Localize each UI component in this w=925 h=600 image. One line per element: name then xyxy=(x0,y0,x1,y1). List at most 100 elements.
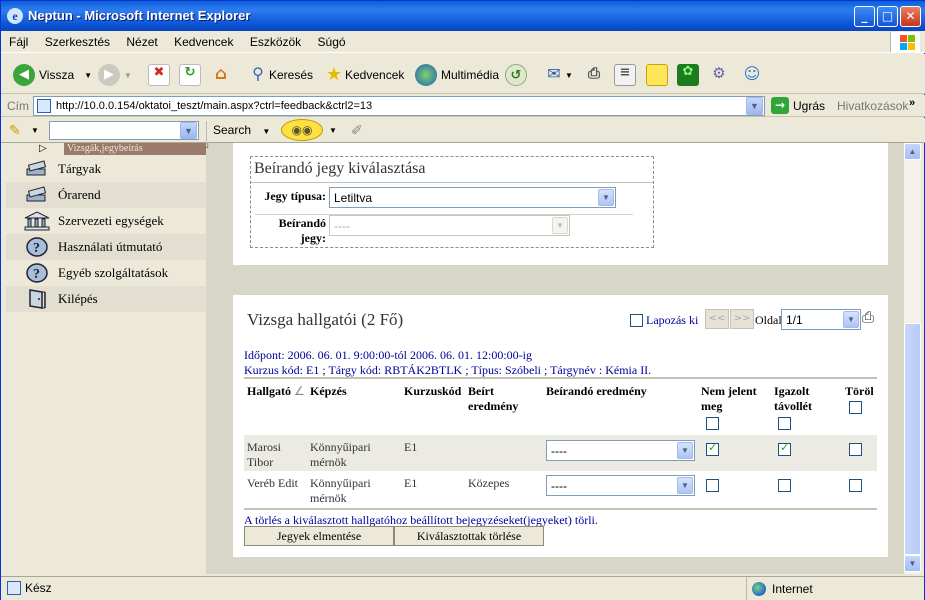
excused-checkbox[interactable] xyxy=(778,479,791,492)
grade-select[interactable]: ---- ▼ xyxy=(329,215,570,236)
toolbar-logo-dropdown-icon[interactable]: ▼ xyxy=(31,126,39,135)
favorites-button[interactable]: ★ Kedvencek xyxy=(323,62,404,88)
result-select[interactable]: ---- ▼ xyxy=(546,440,695,461)
home-button[interactable]: ⌂ xyxy=(210,62,232,88)
vertical-scrollbar[interactable]: ▲ ▼ xyxy=(904,143,921,574)
go-label: Ugrás xyxy=(793,98,826,113)
sidebar-item-timetable[interactable]: Órarend xyxy=(6,182,206,208)
note-icon xyxy=(646,64,668,86)
delete-selected-button[interactable]: Kiválasztottak törlése xyxy=(394,526,544,546)
training: Könnyűipari xyxy=(310,476,371,490)
result-value: ---- xyxy=(551,479,567,493)
icq-button[interactable]: ✿ xyxy=(677,62,699,88)
multimedia-label: Multimédia xyxy=(441,68,500,82)
delete-checkbox[interactable] xyxy=(849,443,862,456)
result-select[interactable]: ---- ▼ xyxy=(546,475,695,496)
absent-checkbox[interactable] xyxy=(706,479,719,492)
multimedia-button[interactable]: Multimédia xyxy=(415,62,499,88)
messenger-icon: ☺ xyxy=(743,64,761,83)
menu-edit[interactable]: Szerkesztés xyxy=(37,31,115,49)
col-header-training[interactable]: Képzés xyxy=(310,384,347,399)
sidebar-item-units[interactable]: Szervezeti egységek xyxy=(6,208,206,234)
col-header-student[interactable]: Hallgató ∠ xyxy=(247,384,305,399)
search-input[interactable]: ▼ xyxy=(49,121,199,140)
globe-icon xyxy=(752,581,766,596)
prev-page-button[interactable]: << xyxy=(705,309,729,329)
menu-favorites[interactable]: Kedvencek xyxy=(166,31,238,49)
excused-checkbox[interactable] xyxy=(778,441,791,456)
absent-checkbox[interactable] xyxy=(706,441,719,456)
minimize-button[interactable]: _ xyxy=(854,6,875,27)
research-icon: ⚙ xyxy=(712,64,726,82)
table-bottom-border xyxy=(244,508,877,510)
search-button-2[interactable]: Search ▼ xyxy=(206,121,270,141)
menu-view[interactable]: Nézet xyxy=(118,31,162,49)
next-page-button[interactable]: >> xyxy=(730,309,754,329)
print-button[interactable]: ⎙ xyxy=(583,62,605,88)
links-label[interactable]: Hivatkozások xyxy=(837,99,908,113)
address-dropdown-icon[interactable]: ▼ xyxy=(746,97,763,115)
col-header-to-enter[interactable]: Beírandó eredmény xyxy=(546,384,647,399)
search-button[interactable]: ⚲ Keresés xyxy=(247,62,313,88)
address-input[interactable]: http://10.0.0.154/oktatoi_teszt/main.asp… xyxy=(33,96,765,116)
scroll-thumb[interactable] xyxy=(904,323,921,555)
col-header-entered[interactable]: Beírt xyxy=(468,384,494,399)
col-header-course-code[interactable]: Kurzuskód xyxy=(404,384,461,399)
col-header-absent[interactable]: Nem jelent xyxy=(701,384,757,399)
sidebar-item-manual[interactable]: ? Használati útmutató xyxy=(6,234,206,260)
mail-dropdown-icon: ▼ xyxy=(565,70,573,80)
sidebar-current[interactable]: ▷ Vizsgák,jegybeírás xyxy=(6,143,206,156)
research-button[interactable]: ⚙ xyxy=(708,62,730,88)
edit-button[interactable]: ≡ xyxy=(614,62,636,88)
scroll-down-icon[interactable]: ▼ xyxy=(904,555,921,572)
delete-all-checkbox[interactable] xyxy=(849,401,862,414)
links-chevron-icon[interactable]: » xyxy=(909,97,915,109)
sidebar-item-subjects[interactable]: Tárgyak xyxy=(6,156,206,182)
search-input-dropdown-icon[interactable]: ▼ xyxy=(180,122,197,139)
save-grades-button[interactable]: Jegyek elmentése xyxy=(244,526,394,546)
col-header-excused[interactable]: Igazolt xyxy=(774,384,809,399)
discuss-button[interactable] xyxy=(646,62,668,88)
toolbar-logo-icon[interactable]: ✎ xyxy=(9,122,21,139)
go-button[interactable]: → Ugrás xyxy=(771,97,825,114)
sidebar-item-label: Szervezeti egységek xyxy=(58,213,164,228)
printer-icon[interactable]: ⎙ xyxy=(862,309,874,326)
sidebar-item-logout[interactable]: Kilépés xyxy=(6,286,206,312)
scroll-up-icon[interactable]: ▲ xyxy=(904,143,921,160)
sidebar-item-other-services[interactable]: ? Egyéb szolgáltatások xyxy=(6,260,206,286)
smiley-dropdown-icon[interactable]: ▼ xyxy=(329,126,337,135)
back-button[interactable]: ◀ Vissza ▼ xyxy=(13,62,92,88)
grade-type-select[interactable]: Letiltva ▼ xyxy=(329,187,616,208)
mail-button[interactable]: ✉ ▼ xyxy=(543,62,573,88)
menu-help[interactable]: Súgó xyxy=(310,31,351,49)
highlight-icon[interactable]: ✐ xyxy=(351,122,363,139)
col-header-absent-2: meg xyxy=(701,399,723,413)
stop-button[interactable]: ✖ xyxy=(148,62,170,88)
history-button[interactable]: ↺ xyxy=(505,62,531,88)
menu-tools[interactable]: Eszközök xyxy=(242,31,306,49)
excused-all-checkbox[interactable] xyxy=(778,417,791,430)
address-label: Cím xyxy=(7,99,29,113)
menu-file[interactable]: Fájl xyxy=(1,31,33,49)
delete-checkbox[interactable] xyxy=(849,479,862,492)
page-select[interactable]: 1/1 ▼ xyxy=(781,309,861,330)
help-icon: ? xyxy=(24,262,50,284)
absent-all-checkbox[interactable] xyxy=(706,417,719,430)
chevron-down-icon: ▼ xyxy=(598,189,614,206)
paging-off-checkbox[interactable] xyxy=(630,314,643,327)
forward-button[interactable]: ▶ ▼ xyxy=(98,62,132,88)
result-value: ---- xyxy=(551,444,567,458)
grade-type-value: Letiltva xyxy=(334,191,373,205)
divider xyxy=(251,182,653,183)
media-globe-icon xyxy=(415,64,437,86)
messenger-button[interactable]: ☺ xyxy=(741,62,763,88)
close-button[interactable]: ✕ xyxy=(900,6,921,27)
back-dropdown-icon[interactable]: ▼ xyxy=(84,71,92,80)
maximize-button[interactable]: □ xyxy=(877,6,898,27)
window-title: Neptun - Microsoft Internet Explorer xyxy=(28,8,251,23)
refresh-button[interactable]: ↻ xyxy=(179,62,201,88)
paging-off-label[interactable]: Lapozás ki xyxy=(646,313,698,328)
col-header-delete[interactable]: Töröl xyxy=(845,384,874,399)
sidebar-item-label: Egyéb szolgáltatások xyxy=(58,265,169,280)
smiley-toolbar-icon[interactable]: ◉◉ xyxy=(281,119,323,141)
